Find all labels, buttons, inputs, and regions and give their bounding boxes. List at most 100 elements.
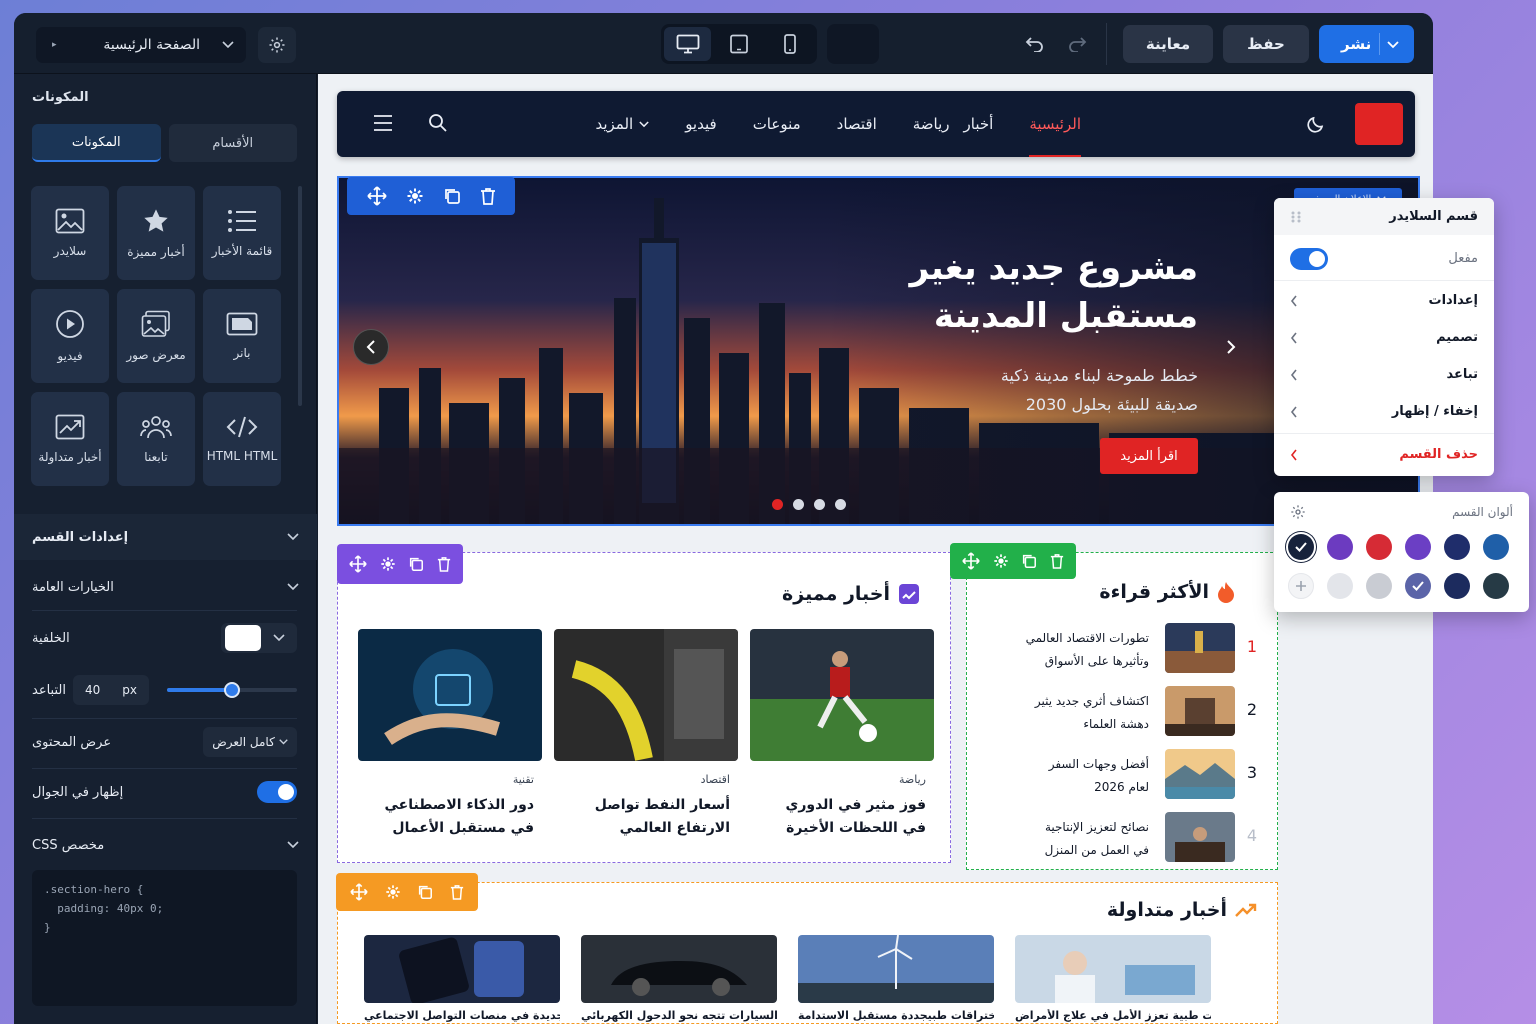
duplicate-icon[interactable] [443, 187, 461, 205]
most-read-section[interactable]: الأكثر قراءة 1 تطورات الاقتصاد العالمي وت… [966, 552, 1278, 870]
trending-card[interactable]: اختراقات طبيجددة مستقبل الاستدامة [798, 935, 994, 1022]
slider-dot-active[interactable] [772, 499, 783, 510]
publish-button[interactable]: نشر [1319, 25, 1414, 63]
widget-follow-us[interactable]: تابعنا [117, 392, 195, 486]
color-swatch[interactable] [1327, 534, 1353, 560]
menu-item-spacing[interactable]: تباعد [1274, 356, 1494, 393]
nav-item-economy[interactable]: اقتصاد [837, 115, 877, 133]
trending-news-section[interactable]: أخبار متداولة تحديثات جديدة في منصات الت… [337, 882, 1278, 1024]
color-swatch[interactable] [1405, 573, 1431, 599]
news-card[interactable]: رياضة فوز مثير في الدوري في اللحظات الأخ… [750, 629, 934, 840]
news-card[interactable]: اقتصاد أسعار النفط تواصل الارتفاع العالم… [554, 629, 738, 840]
nav-item-home[interactable]: الرئيسية [1029, 115, 1081, 157]
spacing-input[interactable]: 40 px [73, 675, 149, 705]
spacing-slider[interactable] [167, 682, 297, 698]
most-read-item[interactable]: 3 أفضل وجهات السفر لعام 2026 [987, 749, 1257, 801]
gear-icon[interactable] [385, 884, 401, 900]
move-icon[interactable] [962, 552, 980, 570]
trash-icon[interactable] [480, 187, 496, 205]
slider-dot[interactable] [835, 499, 846, 510]
featured-news-section[interactable]: أخبار مميزة تقنية دور الذكاء الاصطناعي ف… [337, 552, 951, 863]
widget-banner[interactable]: بانر [203, 289, 281, 383]
tablet-view-button[interactable] [715, 27, 762, 61]
sidebar-scrollbar[interactable] [298, 186, 302, 406]
menu-item-settings[interactable]: إعدادات [1274, 282, 1494, 319]
move-icon[interactable] [350, 883, 368, 901]
page-select[interactable]: ▸ الصفحة الرئيسية [36, 27, 246, 63]
duplicate-icon[interactable] [1021, 553, 1037, 569]
general-options-header[interactable]: الخيارات العامة [14, 564, 317, 610]
tab-components[interactable]: المكونات [32, 124, 161, 162]
trash-icon[interactable] [1050, 553, 1064, 569]
nav-item-video[interactable]: فيديو [685, 115, 717, 133]
color-swatch[interactable] [1483, 534, 1509, 560]
gear-icon[interactable] [993, 553, 1009, 569]
trash-icon[interactable] [450, 884, 464, 900]
mobile-visibility-toggle[interactable] [257, 781, 297, 803]
section-settings-header[interactable]: إعدادات القسم [14, 514, 317, 560]
preview-button[interactable]: معاينة [1123, 25, 1213, 63]
move-icon[interactable] [349, 555, 367, 573]
trending-card[interactable]: تحديثات جديدة في منصات التواصل الاجتماعي [364, 935, 560, 1022]
spacing-slider-handle[interactable] [224, 682, 240, 698]
widget-gallery[interactable]: معرض صور [117, 289, 195, 383]
color-swatch[interactable] [1366, 573, 1392, 599]
settings-gear-icon[interactable] [1290, 504, 1306, 520]
custom-css-header[interactable]: CSS مخصص [14, 822, 317, 868]
trash-icon[interactable] [437, 556, 451, 572]
slider-prev-button[interactable] [353, 329, 389, 365]
color-swatch[interactable] [1366, 534, 1392, 560]
most-read-item[interactable]: 1 تطورات الاقتصاد العالمي وتأثيرها على ال… [987, 623, 1257, 675]
slider-dot[interactable] [814, 499, 825, 510]
add-color-button[interactable] [1288, 573, 1314, 599]
news-card[interactable]: تقنية دور الذكاء الاصطناعي في مستقبل الأ… [358, 629, 542, 840]
settings-gear-button[interactable] [258, 27, 296, 63]
drag-handle-icon[interactable] [1290, 210, 1302, 224]
color-swatch[interactable] [1444, 534, 1470, 560]
dark-mode-icon[interactable] [1307, 113, 1327, 137]
content-width-select[interactable]: كامل العرض [203, 727, 297, 757]
widget-video[interactable]: فيديو [31, 289, 109, 383]
color-swatch[interactable] [1483, 573, 1509, 599]
css-editor[interactable]: .section-hero { padding: 40px 0; } [32, 870, 297, 1006]
duplicate-icon[interactable] [408, 556, 424, 572]
chevron-down-icon[interactable] [1386, 35, 1400, 57]
trending-card[interactable]: اختراقات طبية تعزز الأمل في علاج الأمراض [1015, 935, 1211, 1022]
widget-slider[interactable]: سلايدر [31, 186, 109, 280]
gear-icon[interactable] [406, 187, 424, 205]
widget-news-list[interactable]: قائمة الأخبار [203, 186, 281, 280]
menu-item-hide-show[interactable]: إخفاء / إظهار [1274, 393, 1494, 430]
widget-trending-news[interactable]: أخبار متداولة [31, 392, 109, 486]
menu-item-design[interactable]: تصميم [1274, 319, 1494, 356]
trending-card[interactable]: شركات السيارات تتجه نحو الدحول الكهربائي [581, 935, 777, 1022]
color-swatch[interactable] [1288, 534, 1314, 560]
background-color-picker[interactable] [221, 623, 297, 653]
hero-slider-section[interactable]: مشروع جديد يغير مستقبل المدينة خطط طموحة… [337, 176, 1420, 526]
search-icon[interactable] [428, 113, 448, 137]
nav-item-misc[interactable]: منوعات [753, 115, 801, 133]
widget-featured-news[interactable]: أخبار مميزة [117, 186, 195, 280]
color-swatch[interactable] [1327, 573, 1353, 599]
menu-item-delete-section[interactable]: حذف القسم [1274, 436, 1494, 473]
redo-button[interactable] [1064, 31, 1090, 57]
nav-item-more[interactable]: المزيد [595, 115, 649, 133]
mobile-view-button[interactable] [767, 27, 814, 61]
nav-item-news[interactable]: أخبار [964, 115, 994, 133]
slider-next-button[interactable] [1213, 329, 1249, 365]
undo-button[interactable] [1022, 31, 1048, 57]
section-enabled-toggle[interactable] [1290, 247, 1328, 270]
duplicate-icon[interactable] [417, 884, 433, 900]
site-logo[interactable] [1355, 103, 1403, 145]
color-swatch[interactable] [1444, 573, 1470, 599]
hamburger-menu-icon[interactable] [373, 114, 393, 136]
read-more-button[interactable]: اقرأ المزيد [1100, 438, 1198, 474]
save-button[interactable]: حفظ [1223, 25, 1309, 63]
widget-html[interactable]: HTML HTML [203, 392, 281, 486]
slider-dot[interactable] [793, 499, 804, 510]
most-read-item[interactable]: 4 نصائح لتعزيز الإنتاجية في العمل من المن… [987, 812, 1257, 864]
tab-sections[interactable]: الأقسام [168, 124, 297, 162]
move-icon[interactable] [366, 186, 387, 206]
gear-icon[interactable] [380, 556, 396, 572]
most-read-item[interactable]: 2 اكتشاف أثري جديد يثير دهشة العلماء [987, 686, 1257, 738]
color-swatch[interactable] [1405, 534, 1431, 560]
